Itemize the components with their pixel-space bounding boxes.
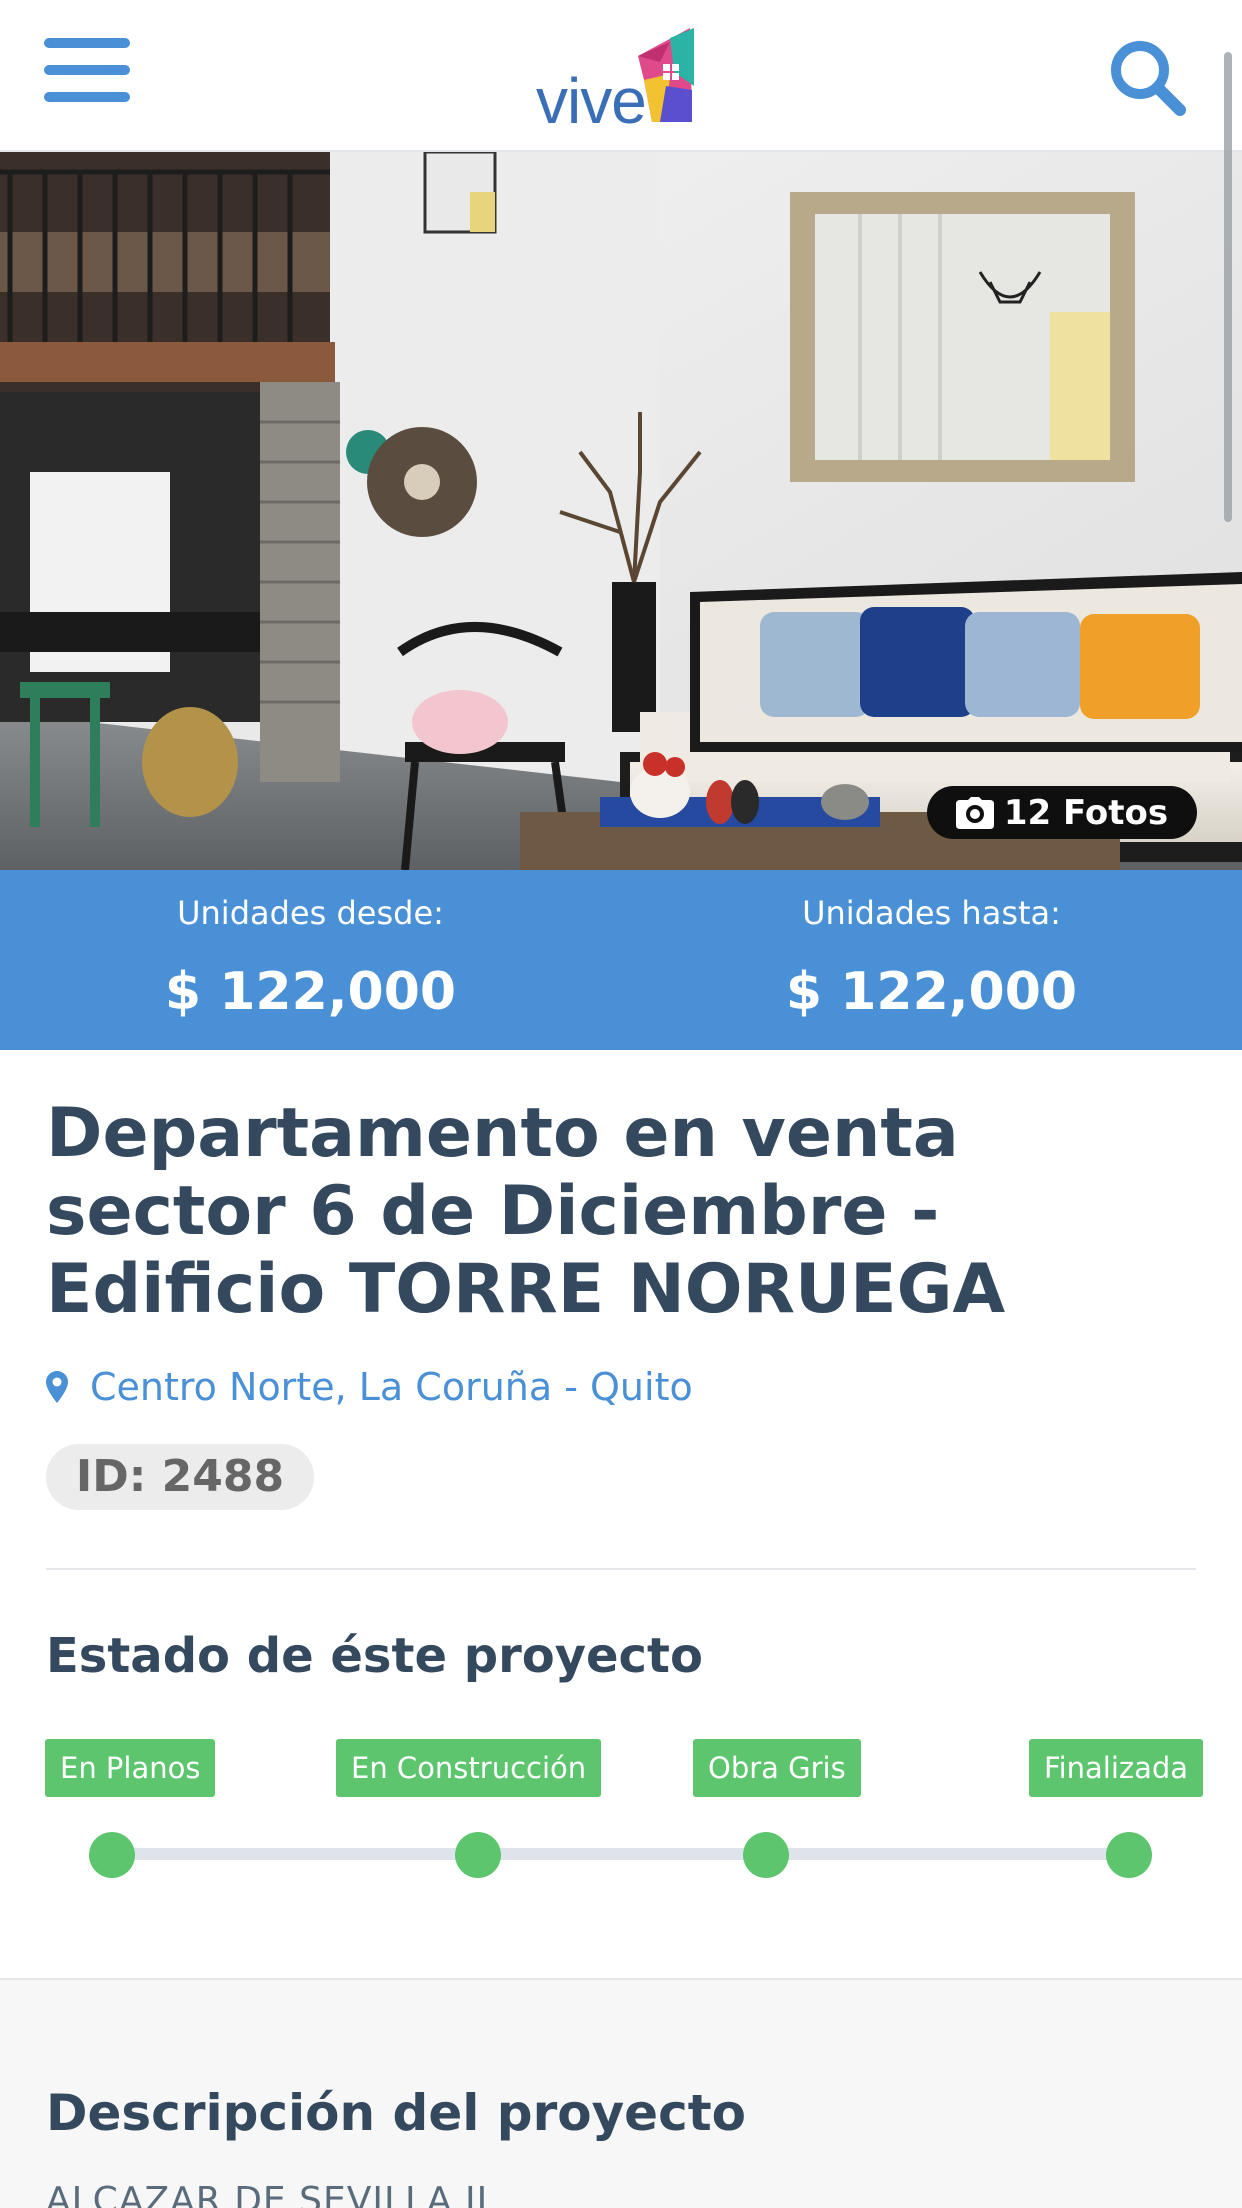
search-icon[interactable]	[1106, 36, 1190, 120]
stage-tag-en-construccion: En Construcción	[336, 1739, 602, 1797]
description-heading: Descripción del proyecto	[46, 2084, 746, 2142]
photo-count-label: 12 Fotos	[1003, 792, 1169, 833]
stage-dot-en-planos	[89, 1832, 135, 1878]
stage-tag-en-planos: En Planos	[45, 1739, 216, 1797]
section-divider	[46, 1568, 1196, 1570]
description-subheading: ALCAZAR DE SEVILLA II	[46, 2180, 489, 2208]
page-scrollbar[interactable]	[1224, 52, 1232, 522]
stage-dot-obra-gris	[743, 1832, 789, 1878]
photo-count-button[interactable]: 12 Fotos	[927, 786, 1197, 839]
stage-tag-obra-gris: Obra Gris	[693, 1739, 861, 1797]
logo-house-icon	[638, 28, 694, 122]
camera-icon	[955, 796, 994, 829]
price-from-label: Unidades desde:	[177, 894, 444, 932]
status-timeline-track	[112, 1848, 1130, 1860]
top-nav-bar: vive	[0, 0, 1242, 152]
hamburger-menu-icon[interactable]	[44, 38, 130, 112]
location-link[interactable]: Centro Norte, La Coruña - Quito	[46, 1362, 693, 1412]
listing-page: vive 12 Fotos Unidades desde: $ 122,000 …	[0, 0, 1242, 2208]
price-from: Unidades desde: $ 122,000	[0, 870, 621, 1050]
price-to-label: Unidades hasta:	[802, 894, 1061, 932]
status-heading: Estado de éste proyecto	[46, 1628, 703, 1684]
property-hero-image[interactable]	[0, 152, 1242, 870]
property-title: Departamento en venta sector 6 de Diciem…	[46, 1094, 1006, 1329]
vive-logo[interactable]: vive	[530, 26, 720, 137]
stage-dot-finalizada	[1106, 1832, 1152, 1878]
map-pin-icon	[46, 1371, 68, 1403]
stage-dot-en-construccion	[455, 1832, 501, 1878]
price-range-band: Unidades desde: $ 122,000 Unidades hasta…	[0, 870, 1242, 1050]
description-section: Descripción del proyecto ALCAZAR DE SEVI…	[0, 1978, 1242, 2208]
price-from-value: $ 122,000	[164, 962, 457, 1022]
stage-tag-finalizada: Finalizada	[1029, 1739, 1204, 1797]
location-text: Centro Norte, La Coruña - Quito	[90, 1365, 693, 1409]
price-to: Unidades hasta: $ 122,000	[621, 870, 1242, 1050]
price-to-value: $ 122,000	[785, 962, 1078, 1022]
property-id-badge: ID: 2488	[46, 1444, 314, 1510]
